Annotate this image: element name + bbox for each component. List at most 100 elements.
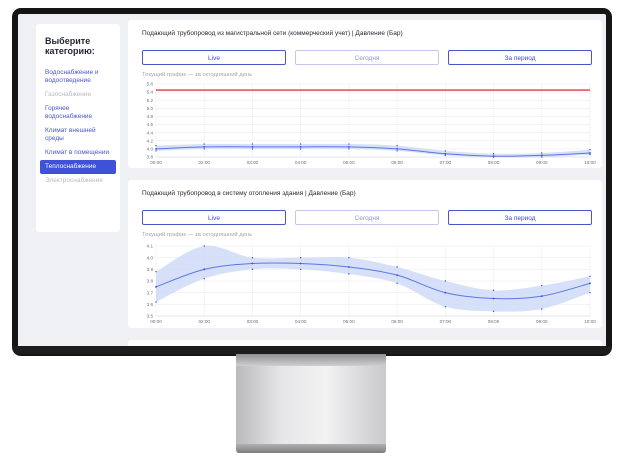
- x-tick-label: 02:00: [198, 160, 210, 165]
- data-point: [589, 152, 591, 154]
- today-button[interactable]: Сегодня: [295, 210, 439, 225]
- band-marker: [589, 275, 591, 278]
- stand-neck: [236, 354, 386, 366]
- band-marker: [444, 305, 447, 308]
- chart-card-main-supply: Подающий трубопровод из магистральной се…: [128, 20, 602, 168]
- pressure-chart-main-supply: 3.8 4.0 4.2 4.4 4.6 4.8 5.0 5.2 5.4 5.6 00:00 02:00…: [147, 82, 597, 165]
- band-marker: [155, 270, 157, 273]
- band-marker: [541, 284, 543, 287]
- y-tick-label: 5.6: [147, 82, 154, 87]
- y-tick-label: 4.2: [147, 138, 154, 143]
- band-marker: [299, 143, 302, 145]
- sidebar-item-outdoor-climate[interactable]: Климат внешней среды: [40, 124, 116, 146]
- chart-card-heating-supply: Подающий трубопровод в систему отопления…: [128, 180, 602, 328]
- band-marker: [348, 143, 350, 145]
- data-point: [155, 147, 157, 150]
- sidebar-item-indoor-climate[interactable]: Климат в помещении: [40, 146, 116, 160]
- band-marker: [396, 266, 398, 268]
- x-tick-label: 07:00: [440, 160, 452, 165]
- band-marker: [155, 144, 157, 147]
- category-menu: Водоснабжение и водоотведение Газоснабже…: [40, 66, 116, 188]
- card-subtitle: Текущий график — за сегодняшний день: [142, 72, 253, 78]
- data-point: [444, 152, 447, 155]
- band-marker: [155, 301, 157, 303]
- y-tick-label: 3.5: [147, 314, 154, 319]
- sidebar-item-hot-water[interactable]: Горячее водоснабжение: [40, 102, 116, 124]
- band-marker: [203, 143, 205, 145]
- category-sidebar: Выберите категорию: Водоснабжение и водо…: [36, 24, 120, 232]
- band-marker: [299, 268, 302, 271]
- card-subtitle: Текущий график — за сегодняшний день: [142, 232, 253, 238]
- y-tick-label: 5.0: [147, 106, 154, 111]
- data-point: [396, 147, 399, 150]
- data-point: [251, 145, 254, 148]
- y-tick-label: 3.6: [147, 302, 154, 307]
- data-point: [540, 154, 543, 157]
- x-tick-label: 02:00: [198, 319, 210, 324]
- y-tick-label: 3.7: [147, 290, 154, 295]
- x-tick-label: 00:00: [150, 160, 162, 165]
- band-marker: [203, 148, 205, 150]
- monitor-stand: [236, 354, 386, 446]
- band-marker: [348, 148, 350, 150]
- sidebar-item-heating[interactable]: Теплоснабжение: [40, 160, 116, 174]
- y-tick-label: 4.0: [147, 146, 154, 151]
- period-button[interactable]: За период: [448, 50, 592, 65]
- live-button[interactable]: Live: [142, 50, 286, 65]
- x-tick-label: 09:00: [536, 319, 548, 324]
- band-marker: [396, 150, 398, 152]
- y-tick-label: 4.4: [147, 130, 154, 135]
- period-button[interactable]: За период: [448, 210, 592, 225]
- band-marker: [541, 156, 543, 158]
- band-marker: [251, 256, 254, 259]
- data-point: [492, 297, 495, 300]
- confidence-band: [156, 245, 590, 312]
- data-point: [155, 285, 157, 288]
- y-tick-label: 4.0: [147, 255, 154, 260]
- live-button[interactable]: Live: [142, 210, 286, 225]
- sidebar-item-gas: Газоснабжение: [45, 91, 92, 98]
- data-point: [299, 262, 302, 265]
- card-title: Подающий трубопровод в систему отопления…: [142, 190, 356, 197]
- x-tick-label: 05:00: [343, 319, 355, 324]
- band-marker: [396, 282, 398, 285]
- y-tick-label: 3.9: [147, 267, 154, 272]
- x-tick-label: 03:00: [247, 160, 259, 165]
- band-marker: [492, 310, 495, 313]
- x-tick-label: 00:00: [150, 319, 162, 324]
- data-point: [347, 266, 350, 268]
- data-point: [540, 295, 543, 298]
- sidebar-title: Выберите категорию:: [45, 36, 95, 56]
- sidebar-item-electricity: Электроснабжение: [45, 177, 103, 184]
- x-tick-label: 08:00: [488, 319, 500, 324]
- band-marker: [492, 289, 495, 292]
- band-marker: [589, 149, 591, 151]
- data-point: [589, 282, 591, 285]
- band-marker: [203, 277, 205, 280]
- band-marker: [444, 150, 447, 152]
- today-button[interactable]: Сегодня: [295, 50, 439, 65]
- band-marker: [541, 152, 543, 154]
- monitor-frame: Выберите категорию: Водоснабжение и водо…: [12, 8, 612, 356]
- data-point: [299, 145, 302, 148]
- x-tick-label: 03:00: [247, 319, 259, 324]
- y-tick-label: 5.2: [147, 98, 154, 103]
- x-tick-label: 10:00: [584, 160, 596, 165]
- band-marker: [203, 245, 205, 247]
- band-marker: [444, 280, 447, 282]
- band-marker: [348, 273, 350, 275]
- data-point: [347, 145, 350, 148]
- x-tick-label: 10:00: [584, 319, 596, 324]
- band-marker: [155, 150, 157, 152]
- data-point: [444, 291, 447, 294]
- x-tick-label: 08:00: [488, 160, 500, 165]
- pressure-chart-heating-supply: 3.5 3.6 3.7 3.8 3.9 4.0 4.1 00:00 02:00 03:00 04:0…: [147, 244, 597, 324]
- band-marker: [251, 268, 254, 271]
- stand-foot: [236, 444, 386, 453]
- band-marker: [251, 148, 254, 150]
- band-marker: [541, 308, 543, 310]
- x-tick-label: 04:00: [295, 160, 307, 165]
- band-marker: [589, 153, 591, 156]
- sidebar-item-water[interactable]: Водоснабжение и водоотведение: [40, 66, 116, 88]
- confidence-band: [156, 143, 590, 158]
